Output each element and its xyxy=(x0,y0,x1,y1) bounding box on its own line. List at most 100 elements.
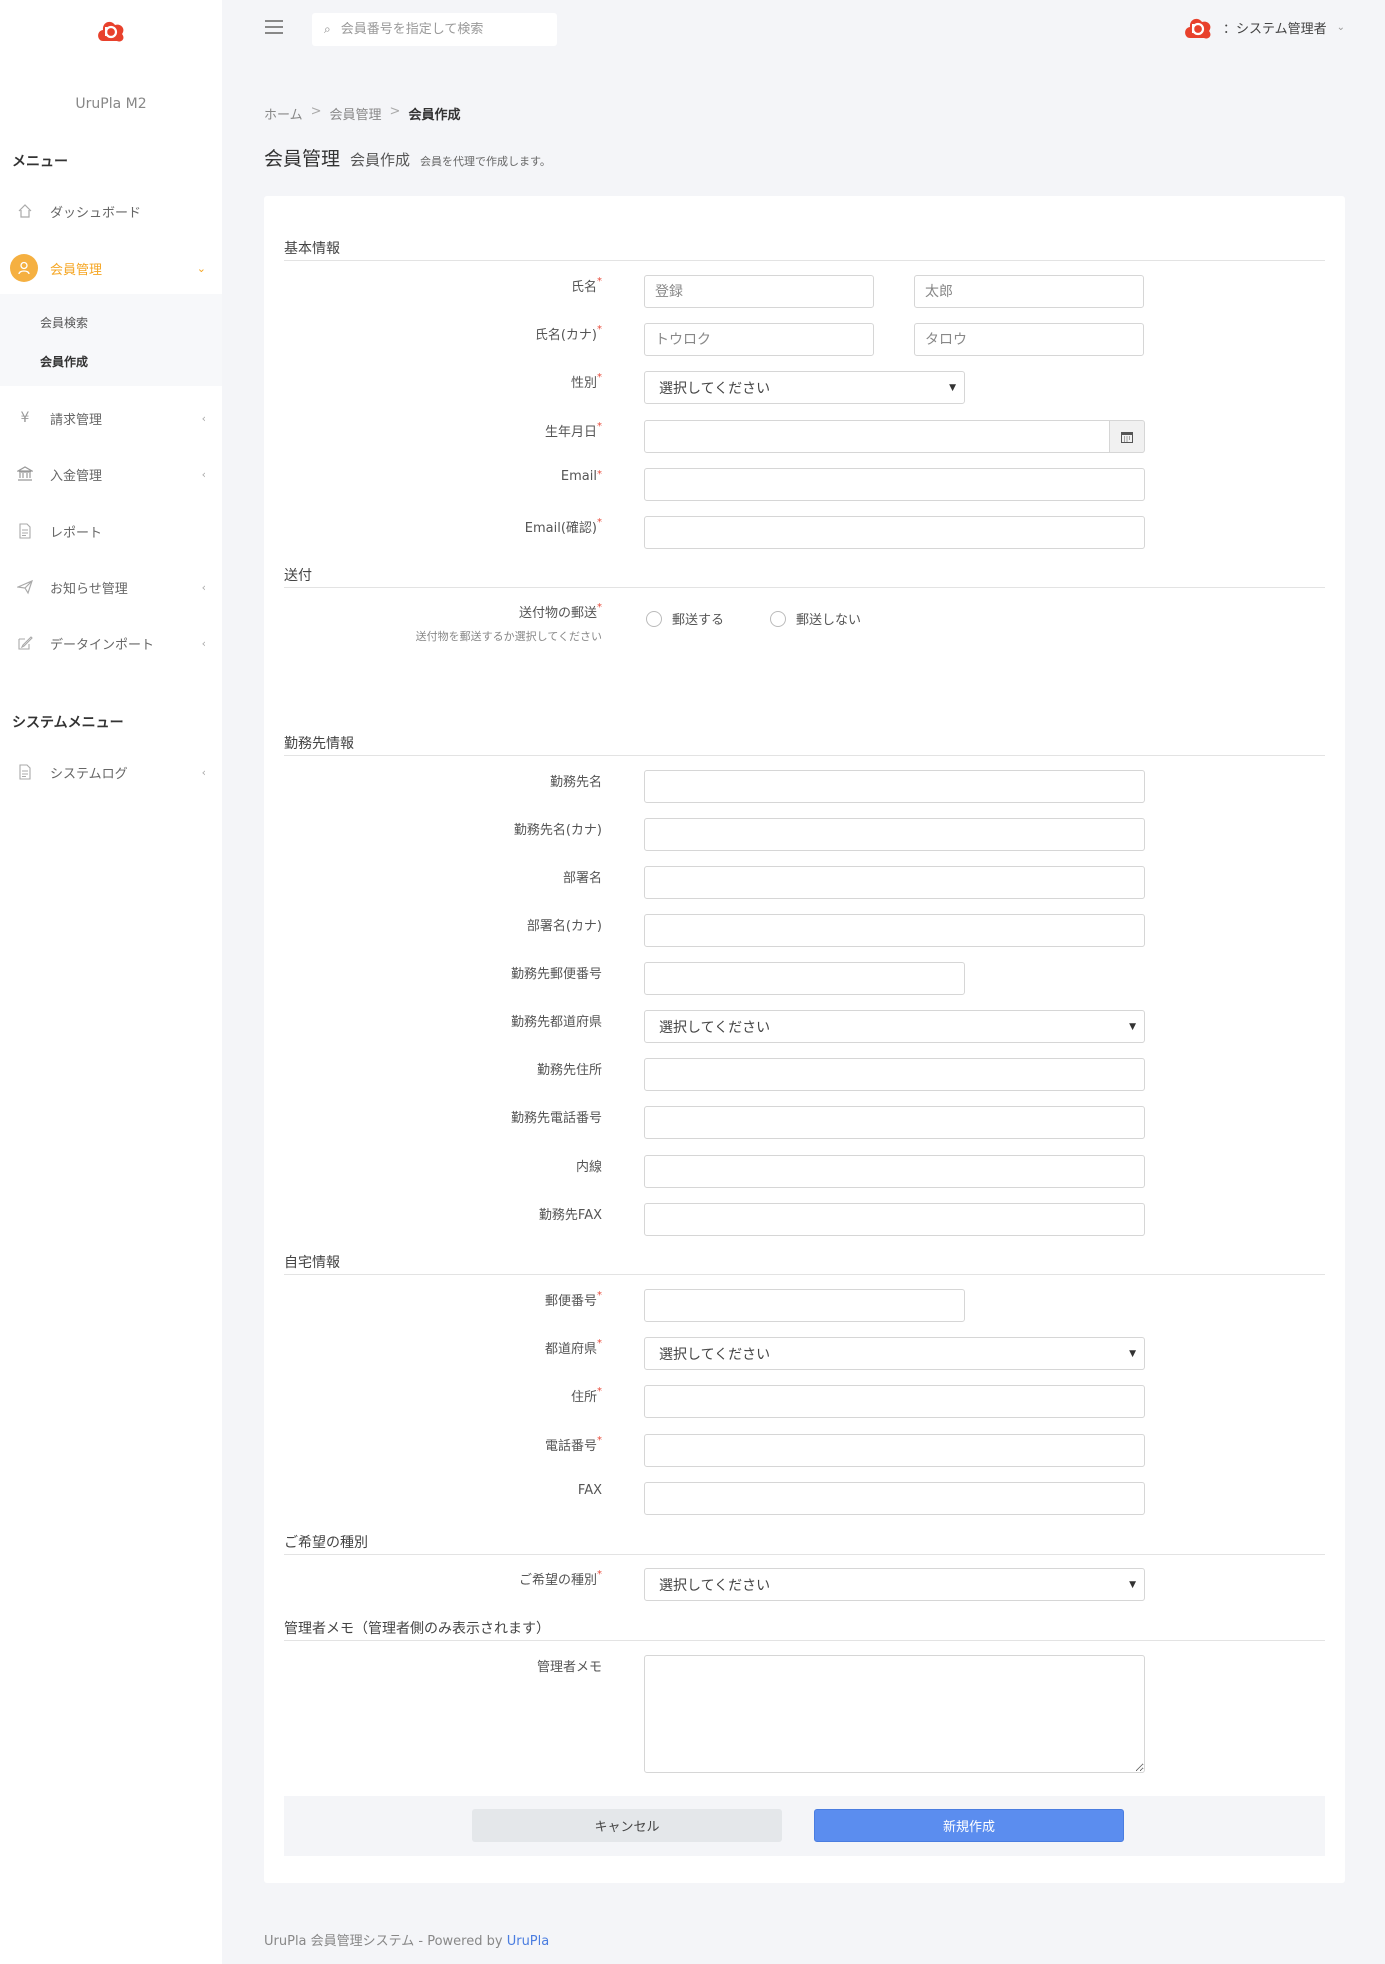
address-input[interactable] xyxy=(644,1385,1145,1418)
work-pref-select[interactable]: 選択してください ▼ xyxy=(644,1010,1145,1043)
chevron-left-icon: ‹ xyxy=(201,411,206,425)
menu-toggle-icon[interactable] xyxy=(265,20,283,34)
user-icon xyxy=(10,254,38,282)
calendar-icon[interactable] xyxy=(1110,420,1145,453)
sidebar-item-system-log[interactable]: システムログ ‹ xyxy=(0,747,222,797)
sidebar-item-members[interactable]: 会員管理 ⌄ xyxy=(0,243,222,293)
sidebar-item-data-import[interactable]: データインポート ‹ xyxy=(0,618,222,668)
page-title-main: 会員管理 xyxy=(264,148,341,170)
phone-input[interactable] xyxy=(644,1434,1145,1467)
section-home-info: 自宅情報 xyxy=(284,1252,1325,1275)
breadcrumb-separator: > xyxy=(310,104,322,119)
admin-memo-textarea[interactable] xyxy=(644,1655,1145,1773)
create-button[interactable]: 新規作成 xyxy=(814,1809,1124,1842)
section-preference: ご希望の種別 xyxy=(284,1532,1325,1555)
email-input[interactable] xyxy=(644,468,1145,501)
radio-circle-icon xyxy=(646,610,662,627)
work-name-kana-input[interactable] xyxy=(644,818,1145,851)
system-menu-heading: システムメニュー xyxy=(12,715,124,731)
member-search-box: ⌕ xyxy=(312,13,557,46)
extension-input[interactable] xyxy=(644,1155,1145,1188)
sidebar-item-notices[interactable]: お知らせ管理 ‹ xyxy=(0,562,222,612)
work-fax-input[interactable] xyxy=(644,1203,1145,1236)
dept-name-input[interactable] xyxy=(644,866,1145,899)
email-confirm-input[interactable] xyxy=(644,516,1145,549)
bank-icon xyxy=(16,465,34,483)
work-zip-input[interactable] xyxy=(644,962,965,995)
sidebar-item-dashboard[interactable]: ダッシュボード xyxy=(0,186,222,236)
label-work-address: 勤務先住所 xyxy=(536,1063,602,1078)
last-name-input[interactable] xyxy=(644,275,874,308)
submenu-item-member-search[interactable]: 会員検索 xyxy=(40,314,88,331)
breadcrumb-home[interactable]: ホーム xyxy=(264,104,303,123)
first-name-input[interactable] xyxy=(914,275,1144,308)
birthday-input[interactable] xyxy=(644,420,1110,453)
sidebar-item-label: ダッシュボード xyxy=(50,205,142,221)
sidebar-item-label: データインポート xyxy=(50,637,155,653)
label-memo: 管理者メモ xyxy=(536,1660,602,1675)
chevron-down-icon: ⌄ xyxy=(196,261,206,275)
cancel-button[interactable]: キャンセル xyxy=(472,1809,782,1842)
member-create-form: 基本情報 氏名* 氏名(カナ)* 性別* 選択してください▼ 生年月日* Ema… xyxy=(264,196,1345,1883)
label-dept-name: 部署名 xyxy=(562,871,602,886)
brand-name: UruPla M2 xyxy=(75,96,147,112)
label-pref: 都道府県* xyxy=(544,1338,602,1357)
gender-select[interactable]: 選択してください ▼ xyxy=(644,371,965,404)
search-icon: ⌕ xyxy=(324,22,331,36)
sidebar-item-reports[interactable]: レポート xyxy=(0,506,222,556)
label-phone: 電話番号* xyxy=(544,1435,602,1454)
submenu-item-member-create[interactable]: 会員作成 xyxy=(40,353,88,370)
label-dept-name-kana: 部署名(カナ) xyxy=(526,919,602,934)
caret-down-icon: ▼ xyxy=(1129,1021,1136,1032)
app-logo-icon[interactable] xyxy=(96,17,126,43)
breadcrumb-current: 会員作成 xyxy=(408,108,461,123)
label-gender: 性別* xyxy=(570,372,602,391)
label-email: Email* xyxy=(560,469,602,484)
breadcrumb-members[interactable]: 会員管理 xyxy=(330,104,382,123)
first-name-kana-input[interactable] xyxy=(914,323,1144,356)
label-zip: 郵便番号* xyxy=(544,1290,602,1309)
chevron-left-icon: ‹ xyxy=(201,636,206,650)
label-email-confirm: Email(確認)* xyxy=(524,517,602,536)
sidebar-item-label: 会員管理 xyxy=(50,262,103,278)
caret-down-icon: ▼ xyxy=(949,382,956,393)
sidebar-item-label: お知らせ管理 xyxy=(50,581,128,597)
document-icon xyxy=(16,763,34,781)
user-name: ：システム管理者 xyxy=(1222,21,1327,37)
yen-icon: ¥ xyxy=(20,410,30,426)
sidebar-item-label: 請求管理 xyxy=(50,412,103,428)
sidebar-item-billing[interactable]: ¥ 請求管理 ‹ xyxy=(0,393,222,443)
radio-circle-icon xyxy=(770,610,786,627)
document-icon xyxy=(16,522,34,540)
last-name-kana-input[interactable] xyxy=(644,323,874,356)
radio-mail-send[interactable]: 郵送する xyxy=(646,609,724,628)
label-fax: FAX xyxy=(577,1483,602,1498)
form-actions: キャンセル 新規作成 xyxy=(284,1796,1325,1856)
home-icon xyxy=(16,202,34,220)
member-search-input[interactable] xyxy=(340,22,531,37)
footer-link[interactable]: UruPla xyxy=(507,1934,550,1949)
preference-select[interactable]: 選択してください ▼ xyxy=(644,1568,1145,1601)
chevron-left-icon: ‹ xyxy=(201,580,206,594)
page-footer: UruPla 会員管理システム - Powered by UruPla xyxy=(264,1930,549,1949)
label-work-pref: 勤務先都道府県 xyxy=(510,1015,602,1030)
mail-delivery-hint: 送付物を郵送するか選択してください xyxy=(415,630,602,643)
radio-mail-no-send[interactable]: 郵送しない xyxy=(770,609,861,628)
sidebar-item-label: レポート xyxy=(50,525,103,541)
caret-down-icon: ▼ xyxy=(1129,1579,1136,1590)
page-subtitle: 会員作成 xyxy=(350,151,411,169)
chevron-left-icon: ‹ xyxy=(201,467,206,481)
pref-select[interactable]: 選択してください ▼ xyxy=(644,1337,1145,1370)
page-title: 会員管理 会員作成 会員を代理で作成します。 xyxy=(264,144,551,171)
dept-name-kana-input[interactable] xyxy=(644,914,1145,947)
chevron-left-icon: ‹ xyxy=(201,765,206,779)
fax-input[interactable] xyxy=(644,1482,1145,1515)
sidebar-item-payments[interactable]: 入金管理 ‹ xyxy=(0,449,222,499)
edit-icon xyxy=(16,634,34,652)
work-address-input[interactable] xyxy=(644,1058,1145,1091)
label-work-name-kana: 勤務先名(カナ) xyxy=(513,823,602,838)
user-menu[interactable]: ：システム管理者 ⌄ xyxy=(1183,14,1345,40)
work-phone-input[interactable] xyxy=(644,1106,1145,1139)
zip-input[interactable] xyxy=(644,1289,965,1322)
work-name-input[interactable] xyxy=(644,770,1145,803)
